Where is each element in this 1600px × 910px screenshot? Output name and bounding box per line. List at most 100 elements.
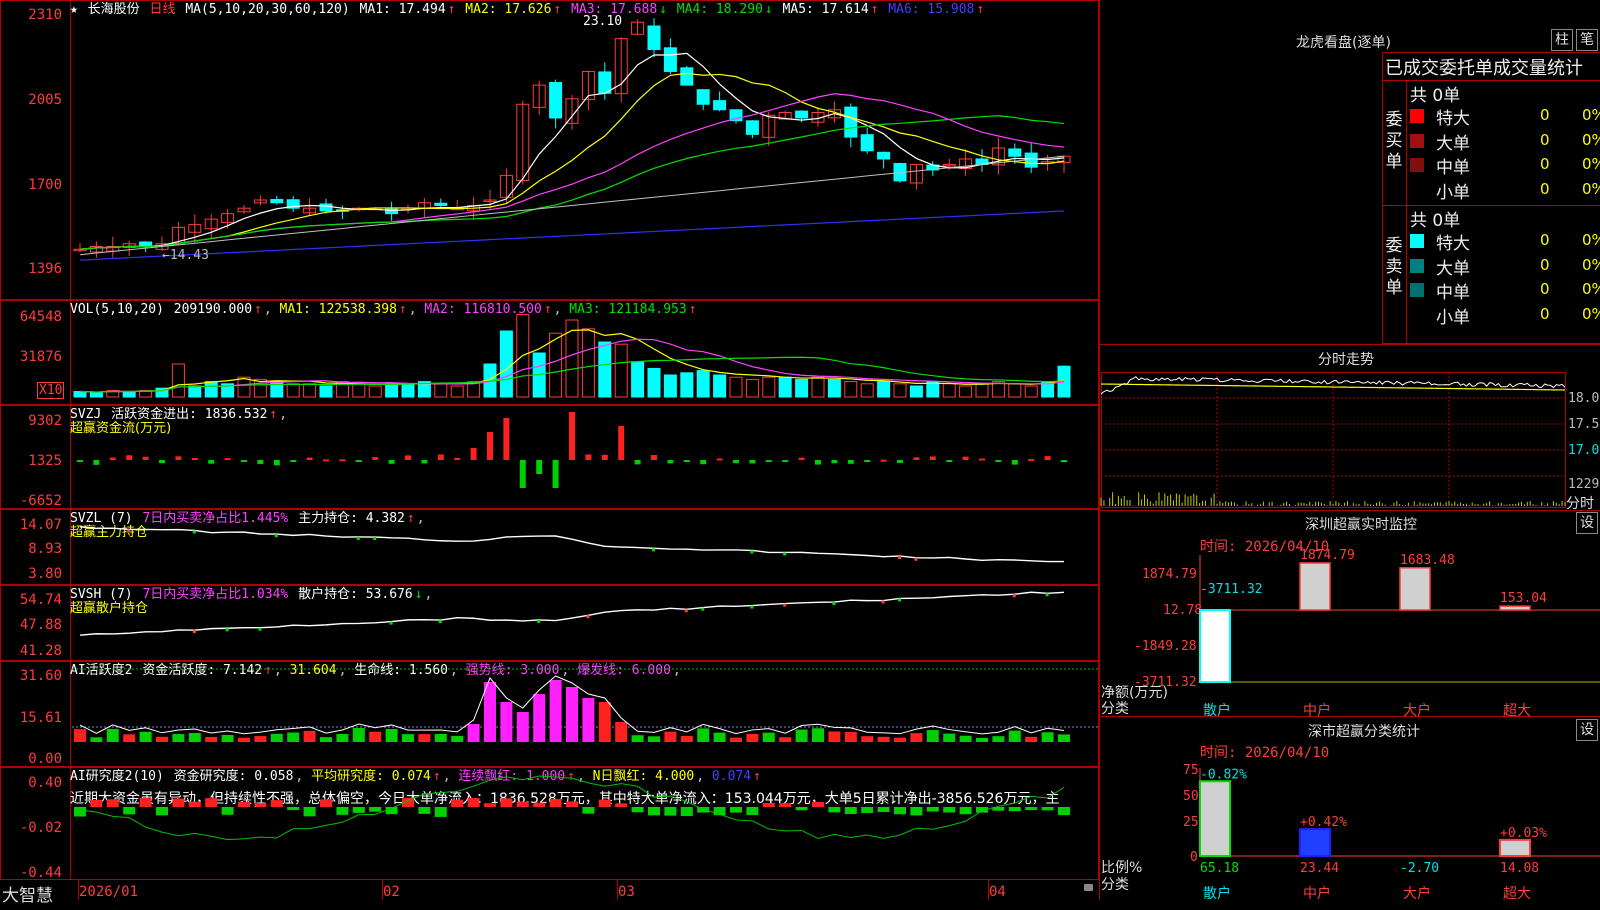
flow-bar	[290, 460, 297, 462]
sz-monitor-y-tick: 1874.79	[1142, 567, 1197, 582]
buy-order-row: 大单 0 0%	[1410, 129, 1600, 154]
research-bar	[746, 807, 759, 815]
activity-bar	[746, 733, 759, 742]
activity-bar	[582, 698, 595, 742]
volume-bar	[171, 363, 185, 398]
volume-bar	[778, 376, 792, 398]
lock-icon[interactable]	[1084, 884, 1093, 891]
volume-bar	[975, 383, 989, 398]
ratio-bar	[1499, 838, 1531, 858]
svsh-line-dot	[258, 627, 262, 631]
sz-class-settings-button[interactable]: 设	[1576, 719, 1598, 741]
activity-bar	[812, 728, 824, 742]
sell-order-count: 0	[1540, 304, 1550, 323]
flow-bar	[979, 458, 985, 461]
stat-tab-title[interactable]: 已成交委托单成交量统计	[1385, 54, 1583, 80]
sz-class-y-tick: 25	[1183, 815, 1199, 830]
flow-bar	[651, 455, 657, 460]
flow-bar	[519, 460, 526, 488]
intraday-tick: 12290	[1568, 477, 1600, 492]
volume-bar	[598, 341, 612, 398]
candle-body	[713, 100, 727, 111]
research-bar	[861, 807, 874, 813]
buy-order-percent: 0%	[1582, 106, 1600, 124]
research-bar	[844, 807, 857, 815]
research-bar	[516, 801, 529, 807]
flow-bar	[831, 460, 838, 464]
net-amount-bar	[1299, 562, 1331, 611]
buy-order-percent: 0%	[1582, 130, 1600, 149]
volume-bar	[844, 381, 858, 398]
activity-bar	[959, 735, 972, 742]
research-bar	[959, 807, 972, 815]
research-bar	[533, 802, 546, 807]
svsh-line-dot	[438, 620, 442, 624]
research-bar	[90, 799, 103, 807]
volume-bar	[89, 392, 103, 398]
research-bar	[1058, 807, 1070, 815]
tick-view-button[interactable]: 笔	[1576, 29, 1598, 51]
candle-body	[680, 67, 694, 86]
volume-bar	[827, 378, 841, 398]
research-bar	[352, 807, 365, 813]
research-bar	[500, 798, 513, 807]
flow-bar	[700, 460, 707, 465]
research-bar	[238, 801, 250, 807]
x-axis-label: 02	[383, 884, 400, 900]
flow-bar	[421, 460, 428, 464]
flow-bar	[815, 460, 821, 465]
volume-bar	[942, 383, 956, 398]
candle-body	[745, 120, 759, 135]
sz-class-y-tick: 75	[1183, 763, 1199, 778]
flow-bar	[929, 456, 936, 460]
sz-class-title: 深市超赢分类统计	[1308, 724, 1420, 740]
volume-bar	[385, 383, 399, 398]
flow-bar	[897, 460, 903, 463]
svsh-line-dot	[701, 607, 705, 611]
flow-bar	[880, 459, 887, 462]
volume-bar	[319, 385, 333, 398]
flow-bar	[765, 460, 772, 462]
activity-bar	[910, 733, 923, 742]
volume-bar	[877, 381, 891, 398]
net-amount-value: 153.04	[1500, 591, 1547, 606]
sell-order-count: 0	[1540, 255, 1550, 274]
activity-bar	[877, 736, 890, 742]
activity-bar	[238, 737, 250, 742]
svsh-line-dot	[192, 630, 196, 634]
activity-bar	[172, 734, 185, 742]
research-bar	[484, 803, 496, 807]
sz-class-y-tick: 50	[1183, 789, 1199, 804]
activity-bar	[270, 733, 283, 742]
research-bar	[418, 807, 431, 814]
research-bar	[172, 798, 185, 807]
volume-bar	[811, 376, 825, 398]
bar-view-button[interactable]: 柱	[1551, 29, 1573, 51]
volume-bar	[237, 376, 251, 398]
buy-total: 共 0单	[1410, 86, 1461, 106]
net-amount-value: -3711.32	[1200, 582, 1263, 597]
x-axis-label: 2026/01	[79, 884, 139, 900]
volume-bar	[352, 383, 366, 398]
volume-bar	[286, 383, 300, 398]
buy-order-count: 0	[1540, 106, 1550, 124]
intraday-title[interactable]: 分时走势	[1318, 349, 1374, 369]
volume-bar	[680, 372, 694, 398]
research-bar	[779, 803, 792, 807]
svzl-line-dot	[898, 556, 901, 560]
sz-monitor-settings-button[interactable]: 设	[1576, 512, 1598, 534]
volume-bar	[631, 361, 645, 398]
flow-bar	[454, 457, 461, 460]
flow-bar	[962, 456, 969, 460]
candle-body	[434, 202, 448, 206]
dragon-tiger-title: 龙虎看盘(逐单)	[1296, 35, 1391, 51]
activity-bar	[598, 702, 611, 742]
ratio-value: 23.44	[1300, 861, 1339, 876]
flow-bar	[847, 460, 854, 464]
research-bar	[336, 807, 349, 815]
activity-bar	[762, 732, 775, 742]
volume-bar	[893, 383, 907, 398]
activity-bar	[205, 736, 218, 742]
activity-bar	[713, 732, 726, 742]
buy-order-label: 小单	[1436, 182, 1470, 203]
